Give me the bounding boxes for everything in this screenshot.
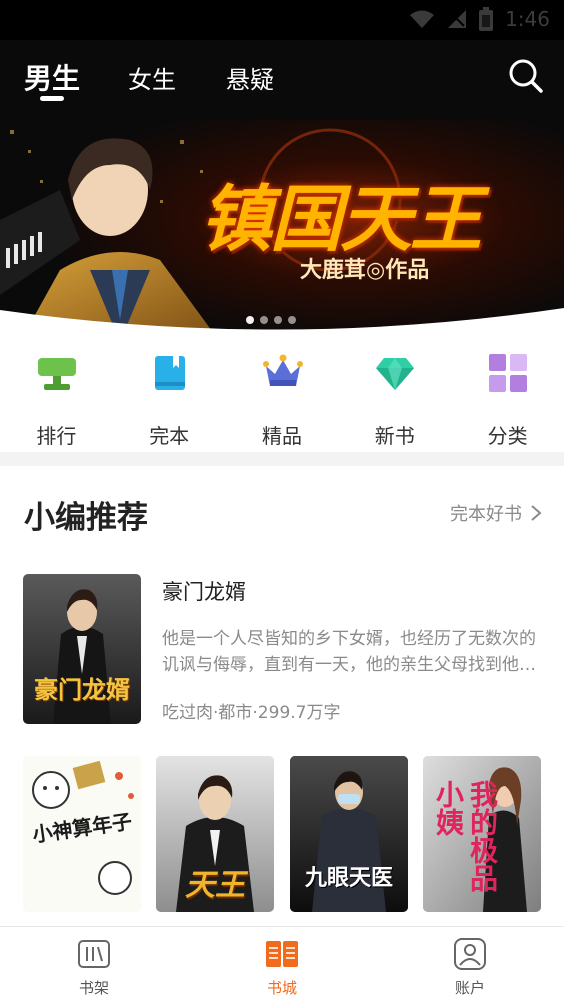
cover-title: 豪门龙婿 xyxy=(34,675,130,704)
battery-icon xyxy=(479,7,494,31)
featured-book-description: 他是一个人尽皆知的乡下女婿，也经历了无数次的讥讽与侮辱，直到有一天，他的亲生父母… xyxy=(162,629,536,675)
featured-book-meta: 吃过肉·都市·299.7万字 xyxy=(162,703,341,723)
category-ranking[interactable]: 排行 xyxy=(0,342,113,454)
cover-title: 九眼天医 xyxy=(304,865,393,891)
search-button[interactable] xyxy=(506,56,546,96)
book-grid: 小神算年子 天王 九眼天医 我的极品小姨 xyxy=(0,756,564,914)
bookstore-icon xyxy=(266,941,298,967)
nav-bookstore[interactable]: 书城 xyxy=(188,927,376,1002)
category-label: 分类 xyxy=(487,424,528,448)
cover-title: 天王 xyxy=(185,868,245,903)
tab-male[interactable]: 男生 xyxy=(24,57,80,97)
category-nav: 排行 完本 精品 新书 分类 xyxy=(0,342,564,454)
section-title: 小编推荐 xyxy=(24,500,148,536)
cover-title: 我的极品小姨 xyxy=(432,780,499,892)
nav-label: 书架 xyxy=(78,979,109,997)
nav-bookshelf[interactable]: 书架 xyxy=(0,927,188,1002)
banner-dot xyxy=(260,316,268,324)
bottom-nav: 书架 书城 账户 xyxy=(0,926,564,1002)
banner-author: 大鹿茸◎作品 xyxy=(300,257,430,283)
section-divider xyxy=(0,452,564,466)
banner-dot xyxy=(288,316,296,324)
wifi-icon xyxy=(410,10,435,28)
book-cover[interactable]: 九眼天医 xyxy=(290,756,408,912)
more-link[interactable]: 完本好书 xyxy=(450,500,542,526)
book-icon xyxy=(154,356,185,390)
active-tab-indicator xyxy=(40,96,64,101)
book-cover[interactable]: 小神算年子 xyxy=(23,756,141,912)
featured-book-cover[interactable]: 豪门龙婿 xyxy=(23,574,141,724)
header: 男生 女生 悬疑 xyxy=(0,40,564,120)
nav-account[interactable]: 账户 xyxy=(376,927,564,1002)
bookshelf-icon xyxy=(78,940,110,968)
promo-banner[interactable]: 镇国天王 大鹿茸◎作品 xyxy=(0,120,564,342)
category-label: 新书 xyxy=(374,424,415,448)
category-premium[interactable]: 精品 xyxy=(226,342,339,454)
category-completed[interactable]: 完本 xyxy=(113,342,226,454)
trophy-icon xyxy=(38,358,76,390)
status-icons: 1:46 xyxy=(409,6,550,32)
category-classification[interactable]: 分类 xyxy=(451,342,564,454)
category-label: 完本 xyxy=(149,424,190,448)
account-icon xyxy=(454,938,486,970)
category-new-books[interactable]: 新书 xyxy=(338,342,451,454)
status-bar: 1:46 xyxy=(0,0,564,40)
status-time: 1:46 xyxy=(505,7,550,31)
banner-dot xyxy=(274,316,282,324)
tab-suspense[interactable]: 悬疑 xyxy=(226,60,274,95)
featured-book-title[interactable]: 豪门龙婿 xyxy=(162,576,246,606)
book-cover[interactable]: 天王 xyxy=(156,756,274,912)
grid-icon xyxy=(489,354,528,392)
banner-title: 镇国天王 xyxy=(200,176,482,261)
category-label: 精品 xyxy=(261,424,302,448)
nav-label: 账户 xyxy=(454,979,485,997)
book-cover[interactable]: 我的极品小姨 xyxy=(423,756,541,912)
more-link-label: 完本好书 xyxy=(450,504,522,525)
crown-icon xyxy=(262,354,303,386)
nav-label: 书城 xyxy=(266,979,297,997)
search-icon xyxy=(509,59,543,93)
banner-dot xyxy=(246,316,254,324)
signal-off-icon xyxy=(448,10,467,28)
chevron-right-icon xyxy=(531,505,542,521)
category-label: 排行 xyxy=(36,424,77,448)
diamond-icon xyxy=(376,358,415,390)
tab-female[interactable]: 女生 xyxy=(128,60,176,95)
banner-pagination xyxy=(246,316,296,324)
